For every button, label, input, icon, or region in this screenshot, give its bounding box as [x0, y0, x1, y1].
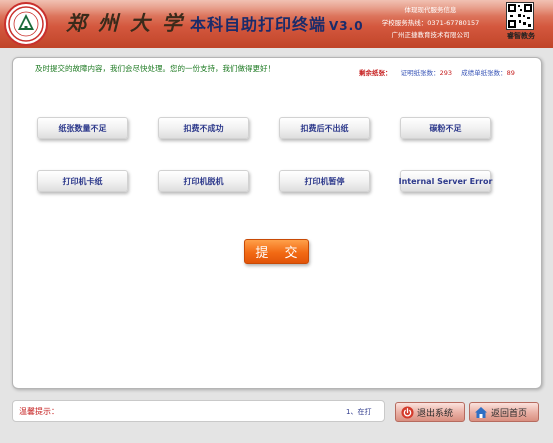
school-name: 郑州大学: [66, 11, 194, 35]
power-icon: [400, 405, 414, 419]
fault-paper-jam-button[interactable]: 打印机卡纸: [37, 170, 128, 192]
fault-charge-failed-button[interactable]: 扣费不成功: [158, 117, 249, 139]
contact-line: 学校服务热线：0371-67780157: [381, 18, 480, 27]
fault-server-error-button[interactable]: Internal Server Error: [399, 170, 492, 192]
tips-label: 温馨提示：: [19, 407, 59, 416]
university-logo: [4, 2, 48, 46]
header-bar: 郑州大学 本科自助打印终端 V3.0 体现现代服务信息 学校服务热线：0371-6…: [0, 0, 553, 48]
contact-line: 体现现代服务信息: [404, 6, 457, 14]
home-label: 返回首页: [491, 408, 528, 419]
contact-info: 体现现代服务信息 学校服务热线：0371-67780157 广州正捷教育技术有限…: [368, 4, 493, 42]
score-paper-count: 89: [506, 69, 515, 77]
score-paper-label: 成绩单纸张数：: [461, 69, 507, 77]
fault-report-panel: 及时提交的故障内容，我们会尽快处理。您的一份支持，我们做得更好！ 剩余纸张： 证…: [12, 57, 542, 389]
tips-text: 1、在打: [346, 408, 372, 416]
app-title-text: 本科自助打印终端: [190, 15, 327, 34]
app-title: 本科自助打印终端 V3.0: [190, 11, 364, 35]
fault-printer-paused-button[interactable]: 打印机暂停: [279, 170, 370, 192]
exit-system-button[interactable]: 退出系统: [395, 402, 465, 422]
fault-paper-shortage-button[interactable]: 纸张数量不足: [37, 117, 128, 139]
cert-paper-count: 293: [439, 69, 452, 77]
qr-label: 睿智教务: [507, 32, 535, 40]
fault-charged-no-paper-button[interactable]: 扣费后不出纸: [279, 117, 370, 139]
home-icon: [474, 405, 488, 419]
remaining-paper: 剩余纸张： 证明纸张数：293 成绩单纸张数：89: [359, 67, 515, 77]
cert-paper-label: 证明纸张数：: [400, 69, 440, 77]
fault-toner-low-button[interactable]: 碳粉不足: [400, 117, 491, 139]
submit-button[interactable]: 提 交: [244, 239, 309, 264]
notice-text: 及时提交的故障内容，我们会尽快处理。您的一份支持，我们做得更好！: [35, 64, 275, 73]
home-button[interactable]: 返回首页: [469, 402, 539, 422]
app-version: V3.0: [329, 19, 364, 33]
tips-bar: 温馨提示： 1、在打: [12, 400, 385, 422]
remaining-label: 剩余纸张：: [359, 69, 392, 77]
fault-printer-offline-button[interactable]: 打印机脱机: [158, 170, 249, 192]
qr-code-icon: [506, 2, 534, 30]
exit-system-label: 退出系统: [417, 408, 454, 419]
contact-line: 广州正捷教育技术有限公司: [391, 31, 470, 39]
